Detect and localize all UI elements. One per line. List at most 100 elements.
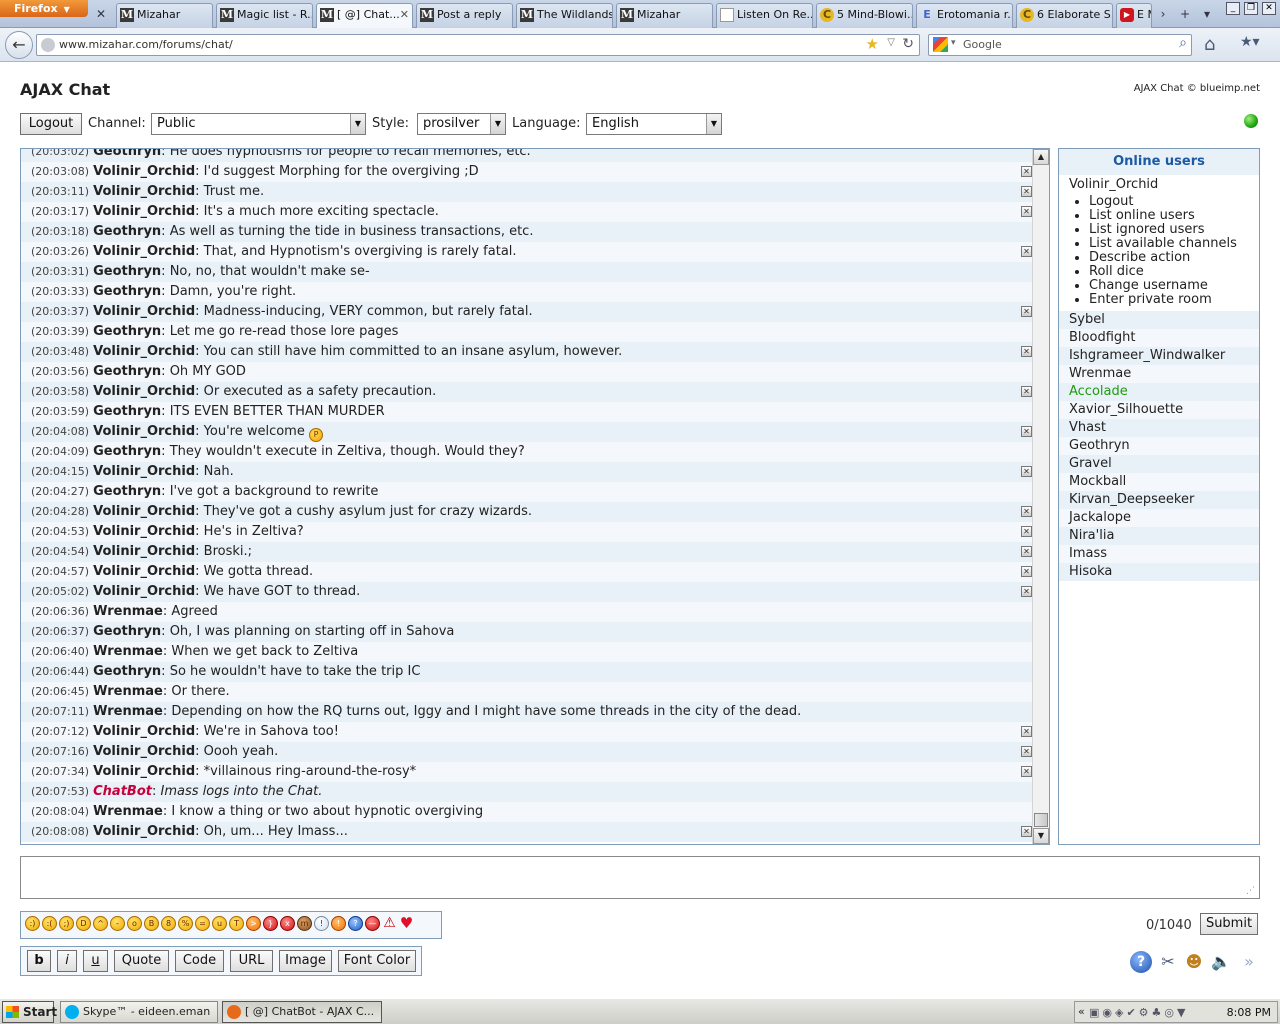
message-username[interactable]: Wrenmae <box>93 644 163 659</box>
message-username[interactable]: Volinir_Orchid <box>93 764 195 779</box>
tab-scroll-right-icon[interactable]: › <box>1154 4 1172 24</box>
online-user[interactable]: Gravel <box>1059 455 1259 473</box>
message-username[interactable]: Volinir_Orchid <box>93 824 195 839</box>
scroll-thumb[interactable] <box>1034 813 1048 827</box>
code-button[interactable]: Code <box>175 950 224 972</box>
close-window-icon[interactable]: ✕ <box>1262 2 1276 15</box>
cry-emoticon-icon[interactable]: T <box>229 916 244 931</box>
browser-tab[interactable]: ▶E M <box>1116 3 1152 28</box>
message-username[interactable]: Wrenmae <box>93 604 163 619</box>
browser-tab[interactable]: M[ @] Chat... ✕ <box>316 3 413 28</box>
message-username[interactable]: Geothryn <box>93 224 161 239</box>
browser-tab[interactable]: M Mizahar <box>616 3 713 28</box>
happy-emoticon-icon[interactable]: u <box>212 916 227 931</box>
browser-tab[interactable]: M Magic list - R... <box>216 3 313 28</box>
smile-emoticon-icon[interactable]: :) <box>25 916 40 931</box>
online-user[interactable]: Ishgrameer_Windwalker <box>1059 347 1259 365</box>
nerd-emoticon-icon[interactable]: % <box>178 916 193 931</box>
online-user[interactable]: Jackalope <box>1059 509 1259 527</box>
tab-scroll-left-icon[interactable]: ✕ <box>92 4 110 24</box>
message-username[interactable]: Volinir_Orchid <box>93 344 195 359</box>
underline-button[interactable]: u <box>83 950 108 972</box>
idea-emoticon-icon[interactable]: ! <box>314 916 329 931</box>
delete-message-icon[interactable]: ✕ <box>1021 246 1032 257</box>
bookmark-star-icon[interactable]: ★ <box>866 35 879 53</box>
delete-message-icon[interactable]: ✕ <box>1021 726 1032 737</box>
message-username[interactable]: Geothryn <box>93 149 161 159</box>
copyright-link[interactable]: AJAX Chat © blueimp.net <box>1134 83 1260 94</box>
url-bar[interactable]: www.mizahar.com/forums/chat/ ★ ▽ ↻ <box>36 34 920 56</box>
tray-icons[interactable]: ▣◉◈✔⚙♣◎▼ <box>1089 1006 1188 1019</box>
chat-message-list[interactable]: (20:03:02) Geothryn: He does hypnotisms … <box>20 148 1050 845</box>
browser-tab[interactable]: Listen On Re... <box>716 3 813 28</box>
taskbar-item-firefox[interactable]: [ @] ChatBot - AJAX C... <box>222 1001 382 1023</box>
monkey-emoticon-icon[interactable]: m <box>297 916 312 931</box>
delete-message-icon[interactable]: ✕ <box>1021 506 1032 517</box>
message-username[interactable]: ChatBot <box>93 784 152 799</box>
url-button[interactable]: URL <box>230 950 273 972</box>
message-username[interactable]: Wrenmae <box>93 804 163 819</box>
message-username[interactable]: Wrenmae <box>93 704 163 719</box>
online-user[interactable]: Mockball <box>1059 473 1259 491</box>
style-select[interactable]: prosilver ▼ <box>417 113 506 135</box>
online-user[interactable]: Nira'lia <box>1059 527 1259 545</box>
user-menu-item[interactable]: List available channels <box>1089 237 1259 251</box>
tab-list-icon[interactable]: ▾ <box>1198 4 1216 24</box>
resize-grip-icon[interactable]: ⋰ <box>1246 886 1255 896</box>
delete-message-icon[interactable]: ✕ <box>1021 346 1032 357</box>
grin-emoticon-icon[interactable]: D <box>76 916 91 931</box>
user-menu-item[interactable]: Describe action <box>1089 251 1259 265</box>
shades-emoticon-icon[interactable]: = <box>195 916 210 931</box>
delete-message-icon[interactable]: ✕ <box>1021 586 1032 597</box>
restore-icon[interactable]: ❐ <box>1244 2 1258 15</box>
help-icon[interactable]: ? <box>1130 951 1152 973</box>
message-username[interactable]: Geothryn <box>93 404 161 419</box>
exclamation-emoticon-icon[interactable]: ! <box>331 916 346 931</box>
scroll-down-icon[interactable]: ▼ <box>1033 828 1049 844</box>
italic-button[interactable]: i <box>57 950 77 972</box>
delete-message-icon[interactable]: ✕ <box>1021 306 1032 317</box>
message-username[interactable]: Geothryn <box>93 364 161 379</box>
current-user[interactable]: Volinir_Orchid <box>1059 175 1259 195</box>
browser-tab[interactable]: C5 Mind-Blowi... <box>816 3 913 28</box>
sound-icon[interactable]: 🔈 <box>1210 951 1232 973</box>
quote-button[interactable]: Quote <box>114 950 169 972</box>
message-username[interactable]: Volinir_Orchid <box>93 544 195 559</box>
message-username[interactable]: Volinir_Orchid <box>93 524 195 539</box>
wink-emoticon-icon[interactable]: ;) <box>59 916 74 931</box>
language-select[interactable]: English ▼ <box>586 113 722 135</box>
online-user[interactable]: Geothryn <box>1059 437 1259 455</box>
message-username[interactable]: Volinir_Orchid <box>93 164 195 179</box>
online-user[interactable]: Xavior_Silhouette <box>1059 401 1259 419</box>
sunglasses-emoticon-icon[interactable]: 8 <box>161 916 176 931</box>
online-user[interactable]: Vhast <box>1059 419 1259 437</box>
browser-tab[interactable]: M The Wildlands <box>516 3 613 28</box>
browser-tab[interactable]: E Erotomania r... <box>916 3 1013 28</box>
heart-emoticon-icon[interactable]: ♥ <box>399 916 414 931</box>
online-user[interactable]: Accolade <box>1059 383 1259 401</box>
search-engine-dropdown-icon[interactable]: ▾ <box>951 38 956 48</box>
url-history-icon[interactable]: ▽ <box>887 37 895 48</box>
chat-scrollbar[interactable]: ▲ ▼ <box>1032 149 1049 844</box>
message-username[interactable]: Volinir_Orchid <box>93 244 195 259</box>
submit-button[interactable]: Submit <box>1200 913 1258 935</box>
search-icon[interactable]: ⌕ <box>1179 35 1187 51</box>
close-tab-icon[interactable]: ✕ <box>400 4 409 26</box>
delete-message-icon[interactable]: ✕ <box>1021 526 1032 537</box>
new-tab-icon[interactable]: + <box>1176 4 1194 24</box>
message-username[interactable]: Geothryn <box>93 624 161 639</box>
message-username[interactable]: Geothryn <box>93 324 161 339</box>
message-username[interactable]: Volinir_Orchid <box>93 204 195 219</box>
delete-message-icon[interactable]: ✕ <box>1021 206 1032 217</box>
autoscroll-icon[interactable]: » <box>1238 951 1260 973</box>
logout-button[interactable]: Logout <box>20 113 82 135</box>
browser-tab[interactable]: C6 Elaborate S... <box>1016 3 1113 28</box>
delete-message-icon[interactable]: ✕ <box>1021 766 1032 777</box>
message-username[interactable]: Volinir_Orchid <box>93 744 195 759</box>
neutral-emoticon-icon[interactable]: - <box>110 916 125 931</box>
font-color-button[interactable]: Font Color <box>338 950 416 972</box>
message-username[interactable]: Volinir_Orchid <box>93 304 195 319</box>
surprised-emoticon-icon[interactable]: o <box>127 916 142 931</box>
reload-icon[interactable]: ↻ <box>902 36 914 52</box>
message-username[interactable]: Geothryn <box>93 484 161 499</box>
